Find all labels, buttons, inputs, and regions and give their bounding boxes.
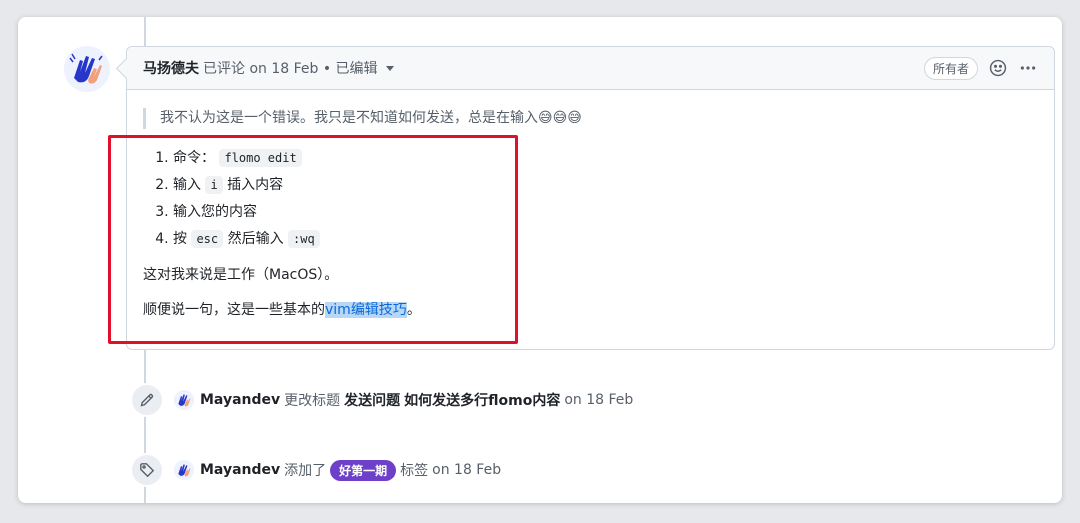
step-text: 命令： (173, 150, 215, 166)
label-good-first-issue[interactable]: 好第一期 (330, 459, 397, 481)
vim-tips-link[interactable]: vim编辑技巧 (325, 302, 407, 318)
comment-body: 我不认为这是一个错误。我只是不知道如何发送，总是在输入😅😅😅 命令： flomo… (127, 90, 1054, 347)
paragraph-text: 。 (406, 302, 421, 318)
step-text: 插入内容 (227, 177, 284, 193)
event-after-text: 标签 (400, 463, 429, 479)
step-text: 输入您的内容 (173, 204, 257, 220)
avatar[interactable] (174, 460, 194, 480)
comment-header: 马扬德夫 已评论 on 18 Feb • 已编辑 所有者 (127, 47, 1054, 90)
page-frame: 马扬德夫 已评论 on 18 Feb • 已编辑 所有者 我不认为这是一个错误。… (18, 17, 1062, 503)
avatar[interactable] (174, 390, 194, 410)
comment-meta: 已评论 on 18 Feb • 已编辑 (203, 61, 378, 77)
step-text: 按 (173, 231, 187, 247)
old-title: 发送问题 (344, 393, 401, 409)
comment-card: 马扬德夫 已评论 on 18 Feb • 已编辑 所有者 我不认为这是一个错误。… (126, 46, 1055, 350)
high-five-icon (64, 46, 110, 92)
timeline-event-rename: Mayandev 更改标题 发送问题 如何发送多行flomo内容 on 18 F… (130, 383, 633, 417)
event-actor[interactable]: Mayandev (200, 462, 280, 478)
inline-code: esc (191, 230, 224, 248)
inline-code: i (205, 176, 223, 194)
comment-author[interactable]: 马扬德夫 (143, 58, 199, 78)
list-item: 命令： flomo edit (173, 145, 1038, 172)
steps-list: 命令： flomo edit 输入 i 插入内容 输入您的内容 按 esc 然后… (143, 145, 1038, 253)
list-item: 按 esc 然后输入 :wq (173, 226, 1038, 253)
avatar[interactable] (64, 46, 110, 92)
smiley-icon[interactable] (988, 58, 1008, 78)
chevron-down-icon[interactable] (385, 65, 394, 71)
tag-icon (130, 453, 164, 487)
owner-badge: 所有者 (923, 56, 978, 80)
quote-block: 我不认为这是一个错误。我只是不知道如何发送，总是在输入😅😅😅 (143, 108, 1038, 129)
step-text: 输入 (173, 177, 201, 193)
inline-code: :wq (288, 230, 320, 248)
pencil-icon (130, 383, 164, 417)
new-title: 如何发送多行flomo内容 (404, 393, 561, 409)
event-time[interactable]: on 18 Feb (564, 392, 633, 408)
event-actor[interactable]: Mayandev (200, 392, 280, 408)
event-time[interactable]: on 18 Feb (432, 462, 501, 478)
list-item: 输入 i 插入内容 (173, 172, 1038, 199)
timeline-event-label: Mayandev 添加了 好第一期 标签 on 18 Feb (130, 453, 501, 487)
event-action: 添加了 (284, 463, 327, 479)
inline-code: flomo edit (219, 149, 302, 167)
paragraph-text: 顺便说一句，这是一些基本的 (143, 302, 325, 318)
step-text: 然后输入 (227, 231, 284, 247)
kebab-menu-icon[interactable] (1018, 58, 1038, 78)
list-item: 输入您的内容 (173, 199, 1038, 226)
paragraph: 顺便说一句，这是一些基本的vim编辑技巧。 (143, 300, 1038, 321)
paragraph: 这对我来说是工作（MacOS）。 (143, 267, 339, 283)
event-action: 更改标题 (284, 393, 341, 409)
